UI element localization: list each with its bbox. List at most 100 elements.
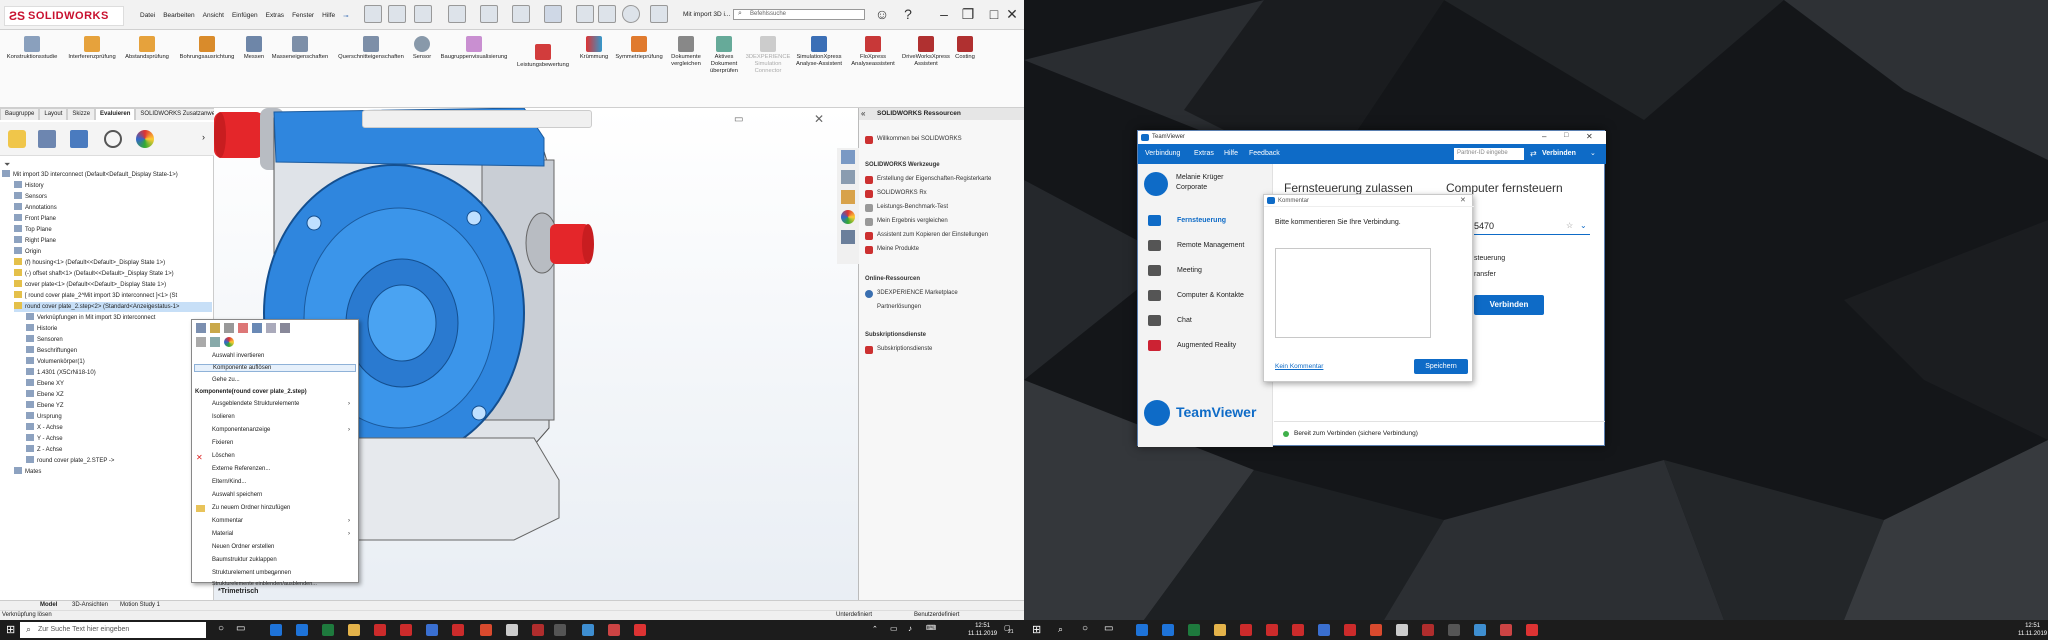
menu-bearbeiten[interactable]: Bearbeiten	[163, 12, 194, 20]
solidworks-taskbar-icon[interactable]	[1266, 624, 1278, 636]
cmd-aktives-dokument[interactable]: Aktives Dokument überprüfen	[706, 36, 742, 75]
tray-arrow-icon[interactable]: ⌃	[872, 625, 878, 633]
resources-online-heading[interactable]: Online-Ressourcen	[865, 276, 920, 282]
tree-item[interactable]: Beschriftungen	[26, 346, 77, 356]
tree-item[interactable]: Volumenkörper(1)	[26, 357, 85, 367]
menu-isolieren[interactable]: Isolieren	[212, 414, 235, 420]
teamviewer-taskbar-icon[interactable]	[426, 624, 438, 636]
cmd-querschnitteigenschaften[interactable]: Querschnitteigenschaften	[334, 36, 408, 61]
cmd-interferenzpruefung[interactable]: Interferenzprüfung	[64, 36, 120, 61]
nav-chat[interactable]: Chat	[1138, 312, 1273, 330]
tree-item[interactable]: Front Plane	[14, 214, 56, 224]
home-icon[interactable]	[841, 150, 855, 164]
solidworks-taskbar-icon[interactable]	[452, 624, 464, 636]
cmd-symmetriepruefung[interactable]: Symmetrieprüfung	[612, 36, 666, 61]
select-cursor-icon[interactable]	[544, 5, 562, 23]
resource-link[interactable]: Leistungs-Benchmark-Test	[877, 204, 948, 210]
app-icon[interactable]	[1396, 624, 1408, 636]
tree-item[interactable]: round cover plate_2.STEP ->	[26, 456, 114, 466]
resource-link[interactable]: Meine Produkte	[877, 246, 919, 252]
restore-view-icon[interactable]: ▭	[734, 114, 743, 125]
context-quick-toolbar[interactable]	[196, 323, 346, 351]
option-remote-control[interactable]: steuerung	[1474, 255, 1505, 262]
resources-subscription-heading[interactable]: Subskriptionsdienste	[865, 332, 926, 338]
file-properties-icon[interactable]	[598, 5, 616, 23]
nav-fernsteuerung[interactable]: Fernsteuerung	[1138, 212, 1273, 230]
resource-link[interactable]: Assistent zum Kopieren der Einstellungen	[877, 232, 988, 238]
menu-hilfe[interactable]: Hilfe	[1224, 150, 1238, 157]
tree-item[interactable]: Right Plane	[14, 236, 56, 246]
windows-start-icon[interactable]: ⊞	[1032, 623, 1041, 636]
tree-item[interactable]: Sensoren	[26, 335, 63, 345]
minimize-button[interactable]: –	[1542, 132, 1546, 141]
cortana-icon[interactable]: ○	[218, 623, 224, 634]
solidworks-taskbar-icon[interactable]	[374, 624, 386, 636]
nav-meeting[interactable]: Meeting	[1138, 262, 1273, 280]
pdf-icon[interactable]	[480, 624, 492, 636]
tree-item[interactable]: Ebene XY	[26, 379, 64, 389]
user-icon[interactable]: ☺	[872, 4, 892, 24]
volume-icon[interactable]: ♪	[908, 624, 912, 633]
tree-item[interactable]: Top Plane	[14, 225, 52, 235]
close-viewport-icon[interactable]: ✕	[814, 112, 824, 126]
tab-model[interactable]: Model	[40, 602, 57, 608]
pdf-icon[interactable]	[1370, 624, 1382, 636]
menu-ordner-erstellen[interactable]: Neuen Ordner erstellen	[212, 544, 274, 550]
nav-augmented-reality[interactable]: Augmented Reality	[1138, 337, 1273, 355]
app-icon[interactable]	[554, 624, 566, 636]
taskbar-clock[interactable]: 12:51 11.11.2019	[968, 622, 997, 638]
file-explorer-icon[interactable]	[841, 190, 855, 204]
appearances-icon[interactable]	[841, 210, 855, 224]
tree-item[interactable]: cover plate<1> (Default<<Default>_Displa…	[14, 280, 166, 290]
display-options-icon[interactable]	[650, 5, 668, 23]
tab-layout[interactable]: Layout	[39, 108, 68, 120]
connect-big-button[interactable]: Verbinden	[1474, 295, 1544, 315]
explorer-icon[interactable]	[1214, 624, 1226, 636]
cmd-masseneigenschaften[interactable]: Masseneigenschaften	[268, 36, 332, 61]
tree-item[interactable]: History	[14, 181, 44, 191]
nav-remote-management[interactable]: Remote Management	[1138, 237, 1273, 255]
menu-fenster[interactable]: Fenster	[292, 12, 314, 20]
cmd-costing[interactable]: Costing	[952, 36, 978, 61]
resource-link[interactable]: Mein Ergebnis vergleichen	[877, 218, 948, 224]
dimxpert-icon[interactable]	[104, 130, 122, 148]
task-view-icon[interactable]: ▭	[236, 623, 245, 634]
menu-umbenennen[interactable]: Strukturelement umbenennen	[212, 570, 291, 576]
app-icon[interactable]	[1448, 624, 1460, 636]
app-icon[interactable]	[582, 624, 594, 636]
menu-einfuegen[interactable]: Einfügen	[232, 12, 258, 20]
tree-item[interactable]: X - Achse	[26, 423, 63, 433]
close-button[interactable]: ✕	[1586, 132, 1593, 141]
outlook-icon[interactable]	[270, 624, 282, 636]
resource-link[interactable]: Erstellung der Eigenschaften-Registerkar…	[877, 176, 991, 182]
solidworks-taskbar-icon[interactable]	[1344, 624, 1356, 636]
menu-ausgeblendete[interactable]: Ausgeblendete Strukturelemente ›	[212, 401, 356, 407]
cmd-konstruktionsstudie[interactable]: Konstruktionsstudie	[4, 36, 60, 61]
edge-icon[interactable]	[296, 624, 308, 636]
rebuild-icon[interactable]	[210, 337, 220, 347]
menu-auswahl-invertieren[interactable]: Auswahl invertieren	[212, 353, 264, 359]
language-icon[interactable]: ⌨	[926, 624, 936, 632]
cortana-icon[interactable]: ○	[1082, 623, 1088, 634]
cmd-baugruppenvisualisierung[interactable]: Baugruppenvisualisierung	[436, 36, 512, 61]
comment-textarea[interactable]	[1275, 248, 1431, 338]
cmd-dokumente-vergleichen[interactable]: Dokumente vergleichen	[668, 36, 704, 68]
properties-icon[interactable]	[196, 337, 206, 347]
tree-item[interactable]: Verknüpfungen in Mit import 3D interconn…	[26, 313, 155, 323]
filter-icon[interactable]: ⏷	[4, 160, 10, 170]
tree-item[interactable]: Ursprung	[26, 412, 62, 422]
cmd-bohrungsausrichtung[interactable]: Bohrungsausrichtung	[176, 36, 238, 61]
gear-icon[interactable]	[622, 5, 640, 23]
resource-link[interactable]: SOLIDWORKS Rx	[877, 190, 927, 196]
no-comment-link[interactable]: Kein Kommentar	[1275, 363, 1323, 370]
tree-item[interactable]: (-) offset shaft<1> (Default<<Default>_D…	[14, 269, 174, 279]
edit-part-icon[interactable]	[210, 323, 220, 333]
tree-item[interactable]: [ round cover plate_2^Mit import 3D inte…	[14, 291, 177, 301]
menu-baumstruktur-zuklappen[interactable]: Baumstruktur zuklappen	[212, 557, 277, 563]
nav-computer-kontakte[interactable]: Computer & Kontakte	[1138, 287, 1273, 305]
teamviewer-taskbar-icon[interactable]	[1318, 624, 1330, 636]
option-file-transfer[interactable]: ransfer	[1474, 271, 1496, 278]
resources-tools-heading[interactable]: SOLIDWORKS Werkzeuge	[865, 162, 940, 168]
property-manager-icon[interactable]	[38, 130, 56, 148]
restore-button[interactable]: ❐	[958, 4, 978, 24]
